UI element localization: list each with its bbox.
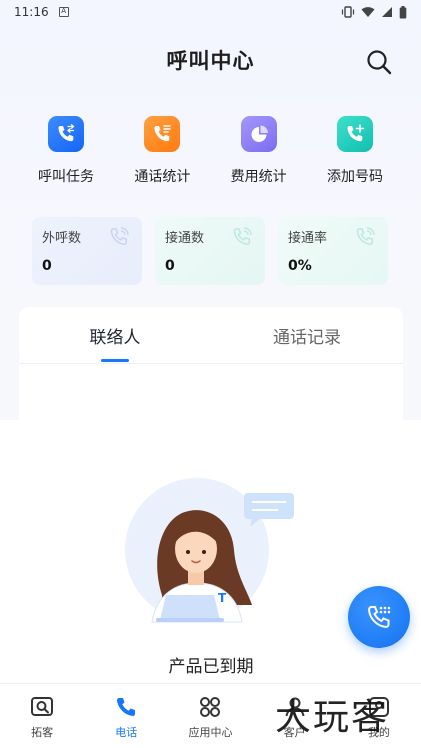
nav-label: 拓客 bbox=[31, 726, 54, 739]
battery-icon bbox=[399, 5, 407, 18]
page-title: 呼叫中心 bbox=[166, 49, 255, 73]
empty-state-text: 产品已到期 bbox=[168, 657, 254, 677]
quick-actions: 呼叫任务 通话统计 费用统计 添加号码 bbox=[18, 116, 403, 196]
wifi-icon bbox=[361, 7, 375, 17]
stat-value: 0 bbox=[165, 258, 175, 274]
svg-text:T: T bbox=[218, 591, 227, 605]
vibrate-icon bbox=[341, 6, 355, 18]
stat-value: 0 bbox=[42, 258, 52, 274]
empty-state-illustration: T bbox=[125, 478, 294, 623]
dial-pad-fab[interactable] bbox=[348, 586, 410, 648]
stat-card-outbound[interactable]: 外呼数 0 bbox=[32, 217, 142, 285]
status-bar: 11:16 A bbox=[0, 0, 421, 24]
search-box-icon bbox=[29, 694, 55, 720]
nav-item-app-center[interactable]: 应用中心 bbox=[175, 694, 245, 740]
dialpad-phone-icon bbox=[368, 606, 391, 628]
nav-item-prospecting[interactable]: 拓客 bbox=[7, 694, 77, 740]
stat-card-connect-rate[interactable]: 接通率 0% bbox=[278, 217, 388, 285]
nav-item-phone[interactable]: 电话 bbox=[91, 694, 161, 740]
quick-action-label: 通话统计 bbox=[134, 169, 191, 185]
phone-outline-icon bbox=[233, 227, 252, 245]
add-number-icon bbox=[336, 116, 373, 152]
status-time: 11:16 bbox=[14, 5, 49, 19]
call-stats-icon bbox=[144, 116, 181, 152]
header: 呼叫中心 bbox=[0, 32, 421, 88]
quick-action-call-task[interactable]: 呼叫任务 bbox=[18, 116, 114, 196]
call-task-icon bbox=[48, 116, 84, 152]
stats-row: 外呼数 0 接通数 0 接通率 0% bbox=[32, 217, 388, 285]
apps-grid-icon bbox=[197, 694, 223, 720]
search-icon[interactable] bbox=[365, 48, 393, 76]
quick-action-cost-stats[interactable]: 费用统计 bbox=[211, 116, 307, 196]
quick-action-label: 添加号码 bbox=[326, 169, 383, 185]
nav-label: 应用中心 bbox=[188, 726, 233, 739]
quick-action-label: 呼叫任务 bbox=[38, 169, 94, 185]
phone-icon bbox=[113, 694, 139, 720]
quick-action-add-number[interactable]: 添加号码 bbox=[307, 116, 403, 196]
quick-action-label: 费用统计 bbox=[230, 169, 287, 185]
notification-icon: A bbox=[58, 7, 69, 17]
tab-call-records[interactable]: 通话记录 bbox=[211, 307, 403, 363]
tab-contacts[interactable]: 联络人 bbox=[19, 307, 211, 363]
tab-label: 联络人 bbox=[89, 327, 141, 348]
signal-icon bbox=[382, 7, 392, 17]
phone-outline-icon bbox=[356, 227, 375, 245]
stat-card-connected[interactable]: 接通数 0 bbox=[155, 217, 265, 285]
tab-label: 通话记录 bbox=[273, 327, 341, 348]
watermark-text: 大玩客 bbox=[275, 697, 390, 738]
status-icons bbox=[341, 5, 407, 19]
tab-active-indicator bbox=[101, 359, 129, 362]
cost-stats-icon bbox=[240, 116, 277, 152]
contacts-panel: 联络人 通话记录 T 产品已到期 bbox=[19, 307, 403, 687]
tab-bar: 联络人 通话记录 bbox=[19, 307, 403, 364]
stat-value: 0% bbox=[288, 258, 312, 274]
quick-action-call-stats[interactable]: 通话统计 bbox=[114, 116, 210, 196]
nav-label: 电话 bbox=[115, 726, 138, 739]
phone-outline-icon bbox=[110, 227, 129, 245]
